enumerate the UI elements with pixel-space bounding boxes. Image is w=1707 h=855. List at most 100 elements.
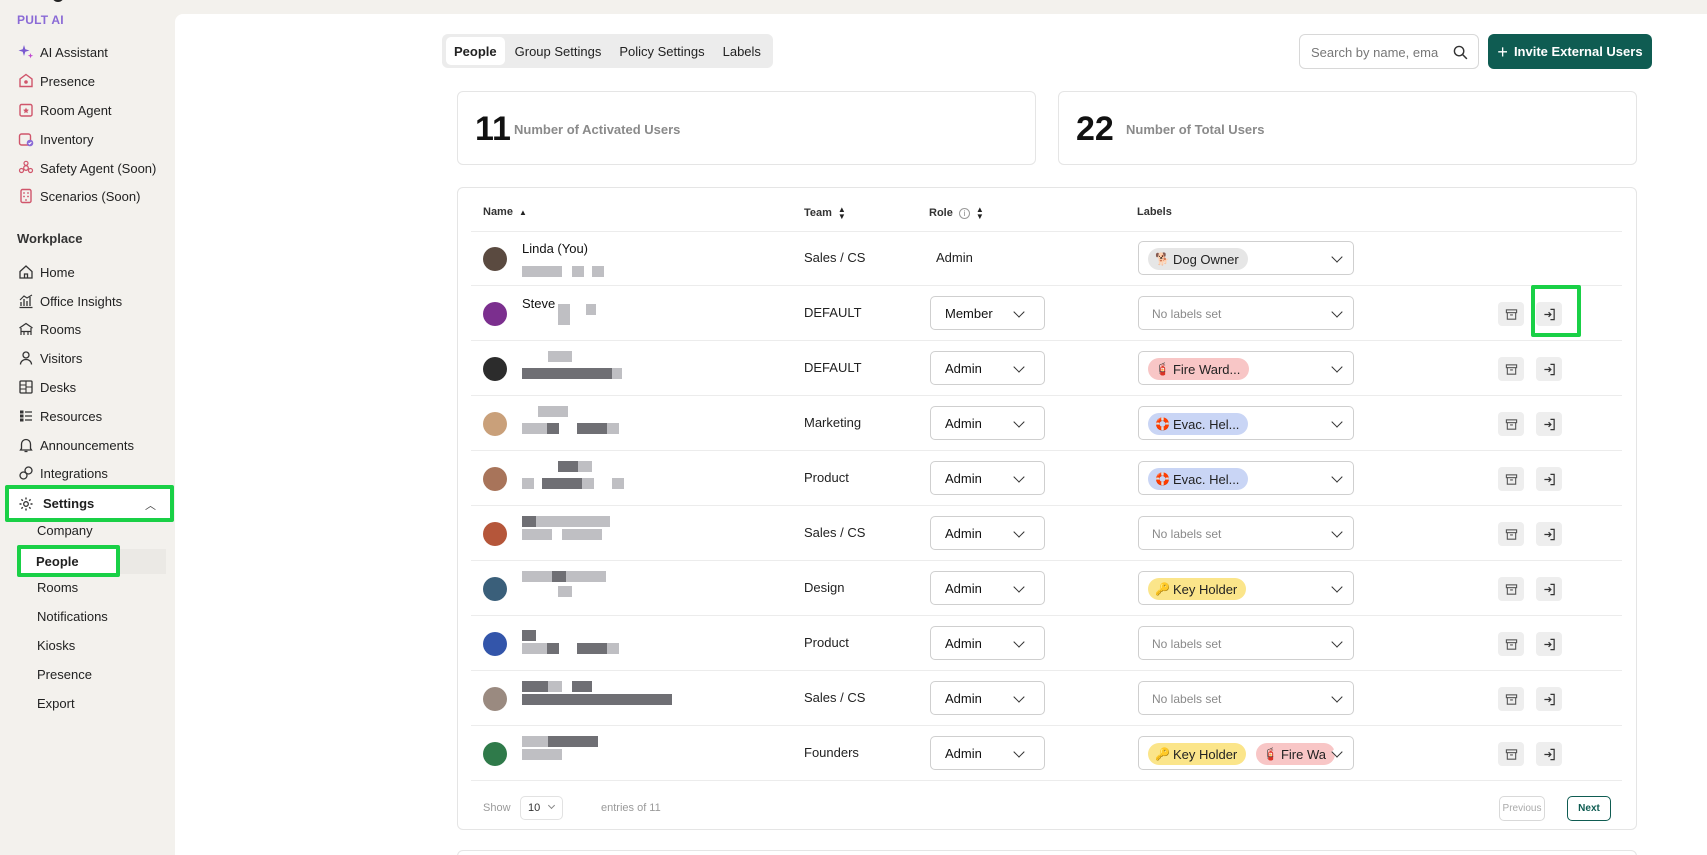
settings-sub-rooms[interactable]: Rooms: [37, 580, 78, 595]
page-size-select[interactable]: 10: [520, 796, 563, 820]
redacted-text: [522, 630, 536, 641]
archive-user-button[interactable]: [1498, 412, 1524, 436]
sidebar-item-presence[interactable]: Presence: [17, 70, 95, 92]
tab-people[interactable]: People: [446, 37, 505, 65]
labels-select[interactable]: No labels set: [1138, 516, 1354, 550]
info-icon[interactable]: i: [958, 207, 970, 219]
sidebar-item-rooms[interactable]: Rooms: [17, 318, 81, 340]
redacted-text: [547, 423, 559, 434]
sidebar-item-visitors[interactable]: Visitors: [17, 347, 82, 369]
labels-select[interactable]: No labels set: [1138, 681, 1354, 715]
role-select[interactable]: Admin: [930, 351, 1045, 385]
labels-select[interactable]: No labels set: [1138, 296, 1354, 330]
tab-policy-settings[interactable]: Policy Settings: [611, 37, 712, 65]
column-header-team[interactable]: Team ▲ ▼: [804, 206, 846, 221]
sidebar-item-safety-agent[interactable]: Safety Agent (Soon): [17, 157, 156, 179]
redacted-text: [522, 368, 577, 379]
no-labels-placeholder: No labels set: [1152, 692, 1222, 706]
labels-select[interactable]: 🔑 Key Holder: [1138, 571, 1354, 605]
tab-group-settings[interactable]: Group Settings: [507, 37, 610, 65]
archive-user-button[interactable]: [1498, 522, 1524, 546]
login-as-user-button[interactable]: [1536, 742, 1562, 766]
sidebar-item-home[interactable]: Home: [17, 261, 75, 283]
login-as-user-button[interactable]: [1536, 632, 1562, 656]
role-select[interactable]: Admin: [930, 571, 1045, 605]
archive-user-button[interactable]: [1498, 632, 1524, 656]
sidebar-item-desks[interactable]: Desks: [17, 376, 76, 398]
archive-user-button[interactable]: [1498, 687, 1524, 711]
team-cell: Product: [804, 635, 849, 650]
role-select[interactable]: Admin: [930, 516, 1045, 550]
sidebar-item-label: Room Agent: [40, 102, 112, 118]
settings-sub-notifications[interactable]: Notifications: [37, 609, 108, 624]
next-page-button[interactable]: Next: [1567, 796, 1611, 821]
settings-sub-company[interactable]: Company: [37, 523, 93, 538]
previous-page-button[interactable]: Previous: [1499, 796, 1545, 821]
login-as-user-button[interactable]: [1536, 522, 1562, 546]
sidebar-item-settings[interactable]: Settings ︿: [5, 485, 174, 522]
sidebar-item-ai-assistant[interactable]: AI Assistant: [17, 41, 108, 63]
redacted-text: [522, 571, 552, 582]
role-select[interactable]: Admin: [930, 736, 1045, 770]
label-emoji-icon: 🛟: [1155, 417, 1170, 431]
archive-user-button[interactable]: [1498, 467, 1524, 491]
labels-select[interactable]: 🔑 Key Holder 🧯 Fire Wa: [1138, 736, 1354, 770]
tab-labels[interactable]: Labels: [715, 37, 769, 65]
avatar: [483, 687, 507, 711]
role-select[interactable]: Admin: [930, 406, 1045, 440]
sidebar-item-label: AI Assistant: [40, 44, 108, 60]
invite-external-users-button[interactable]: + Invite External Users: [1488, 34, 1652, 69]
logo-mark: [52, 0, 64, 2]
login-as-user-button[interactable]: [1536, 412, 1562, 436]
archive-icon: [1505, 748, 1517, 760]
login-as-user-button[interactable]: [1536, 577, 1562, 601]
sidebar-item-inventory[interactable]: Inventory: [17, 128, 93, 150]
brand-name: PULT AI: [17, 13, 64, 27]
sidebar-item-announcements[interactable]: Announcements: [17, 434, 134, 456]
login-as-user-button[interactable]: [1536, 687, 1562, 711]
chart-icon: [17, 293, 34, 310]
archive-user-button[interactable]: [1498, 357, 1524, 381]
search-input[interactable]: Search by name, ema: [1299, 34, 1479, 69]
labels-select[interactable]: 🐕 Dog Owner: [1138, 241, 1354, 275]
sidebar-item-label: Home: [40, 264, 75, 280]
labels-select[interactable]: 🛟 Evac. Hel...: [1138, 406, 1354, 440]
column-header-name[interactable]: Name ▲: [483, 206, 527, 218]
labels-select[interactable]: No labels set: [1138, 626, 1354, 660]
chevron-down-icon: [1331, 306, 1343, 318]
settings-sub-presence[interactable]: Presence: [37, 667, 92, 682]
archive-user-button[interactable]: [1498, 742, 1524, 766]
sidebar-item-resources[interactable]: Resources: [17, 405, 102, 427]
login-as-user-button[interactable]: [1536, 467, 1562, 491]
sidebar-item-room-agent[interactable]: Room Agent: [17, 99, 112, 121]
team-cell: Marketing: [804, 415, 862, 430]
login-as-user-button[interactable]: [1536, 357, 1562, 381]
chevron-down-icon: [1331, 416, 1343, 428]
settings-sub-people[interactable]: People: [17, 545, 120, 577]
redacted-text: [536, 516, 596, 527]
sidebar-item-scenarios[interactable]: Scenarios (Soon): [17, 185, 140, 207]
settings-sub-export[interactable]: Export: [37, 696, 75, 711]
role-value: Admin: [936, 250, 973, 265]
role-select[interactable]: Admin: [930, 626, 1045, 660]
label-emoji-icon: 🧯: [1263, 747, 1278, 761]
labels-select[interactable]: 🛟 Evac. Hel...: [1138, 461, 1354, 495]
team-cell: DEFAULT: [804, 305, 862, 320]
link-icon: [17, 465, 34, 482]
role-select[interactable]: Admin: [930, 461, 1045, 495]
sidebar-item-integrations[interactable]: Integrations: [17, 462, 108, 484]
role-select[interactable]: Member: [930, 296, 1045, 330]
sidebar-item-label: Presence: [40, 73, 95, 89]
archive-user-button[interactable]: [1498, 577, 1524, 601]
redacted-text: [522, 478, 534, 489]
settings-sub-kiosks[interactable]: Kiosks: [37, 638, 75, 653]
team-cell: Founders: [804, 745, 859, 760]
sidebar-item-office-insights[interactable]: Office Insights: [17, 290, 122, 312]
column-header-role[interactable]: Role i ▲ ▼: [929, 206, 984, 221]
label-text: Dog Owner: [1172, 251, 1239, 267]
sidebar-item-label: Rooms: [40, 321, 82, 337]
role-select[interactable]: Admin: [930, 681, 1045, 715]
archive-user-button[interactable]: [1498, 302, 1524, 326]
labels-select[interactable]: 🧯 Fire Ward...: [1138, 351, 1354, 385]
chevron-up-icon[interactable]: ︿: [145, 497, 156, 513]
